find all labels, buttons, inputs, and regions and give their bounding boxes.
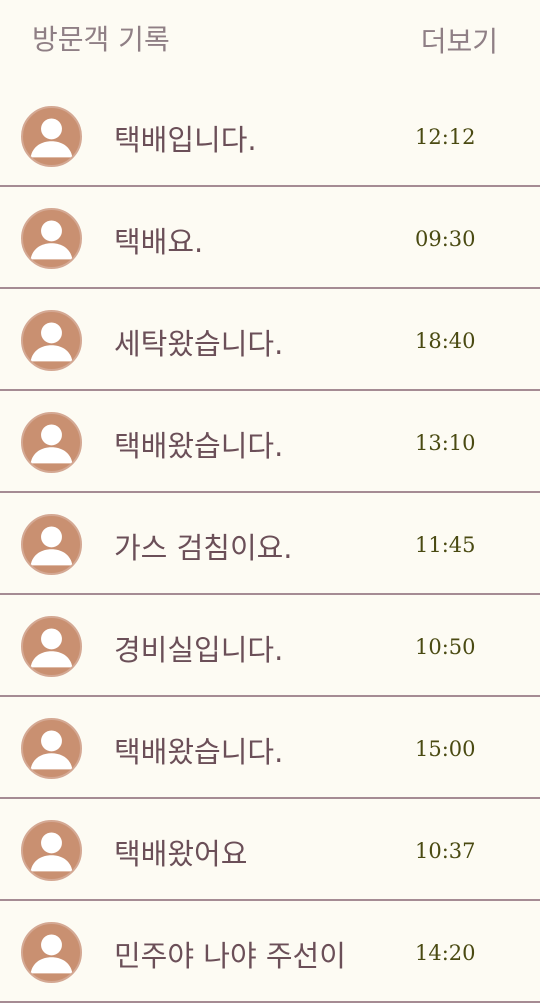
user-avatar-icon: [21, 106, 82, 167]
visit-time: 12:12: [415, 125, 476, 149]
visitor-message: 택배왔습니다.: [114, 735, 284, 769]
list-item[interactable]: 택배왔어요 10:37: [0, 799, 540, 901]
visit-time: 15:00: [415, 737, 476, 761]
visit-time: 14:20: [415, 941, 476, 965]
list-item[interactable]: 택배입니다. 12:12: [0, 85, 540, 187]
list-item[interactable]: 민주야 나야 주선이 14:20: [0, 901, 540, 1003]
list-item[interactable]: 택배왔습니다. 15:00: [0, 697, 540, 799]
user-avatar-icon: [21, 718, 82, 779]
list-item[interactable]: 택배요. 09:30: [0, 187, 540, 289]
visitor-message: 가스 검침이요.: [114, 531, 293, 565]
list-item[interactable]: 가스 검침이요. 11:45: [0, 493, 540, 595]
user-avatar-icon: [21, 208, 82, 269]
list-item[interactable]: 경비실입니다. 10:50: [0, 595, 540, 697]
user-avatar-icon: [21, 310, 82, 371]
visit-time: 09:30: [415, 227, 476, 251]
visitor-log-list: 택배입니다. 12:12 택배요. 09:30 세탁왔습니다. 18:40 택배…: [0, 85, 540, 1003]
visitor-message: 경비실입니다.: [114, 633, 284, 667]
visit-time: 11:45: [415, 533, 476, 557]
visitor-message: 택배요.: [114, 225, 204, 259]
list-item[interactable]: 택배왔습니다. 13:10: [0, 391, 540, 493]
more-button[interactable]: 더보기: [421, 20, 498, 60]
user-avatar-icon: [21, 820, 82, 881]
visit-time: 10:50: [415, 635, 476, 659]
page-title: 방문객 기록: [32, 23, 170, 56]
visit-time: 13:10: [415, 431, 476, 455]
visit-time: 18:40: [415, 329, 476, 353]
visitor-message: 택배왔어요: [114, 837, 248, 871]
list-item[interactable]: 세탁왔습니다. 18:40: [0, 289, 540, 391]
visitor-message: 택배입니다.: [114, 123, 257, 157]
user-avatar-icon: [21, 616, 82, 677]
user-avatar-icon: [21, 514, 82, 575]
visitor-message: 세탁왔습니다.: [114, 327, 284, 361]
visit-time: 10:37: [415, 839, 476, 863]
user-avatar-icon: [21, 412, 82, 473]
visitor-message: 민주야 나야 주선이: [114, 939, 346, 973]
user-avatar-icon: [21, 922, 82, 983]
visitor-message: 택배왔습니다.: [114, 429, 284, 463]
app-header: 방문객 기록 더보기: [0, 0, 540, 80]
